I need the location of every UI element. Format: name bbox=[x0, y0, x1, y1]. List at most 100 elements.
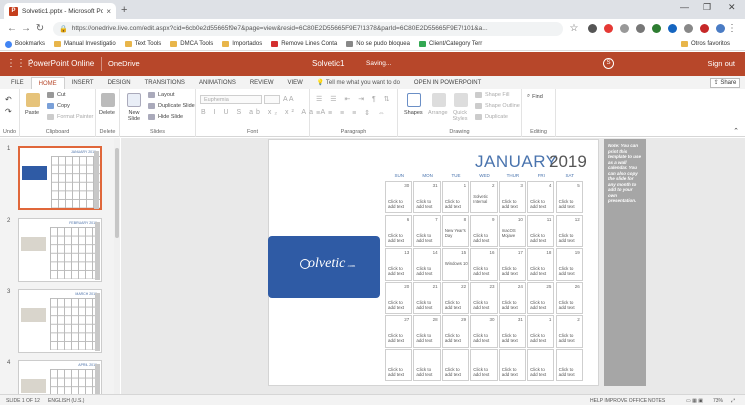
slide-thumbnail[interactable]: MARCH 2019 bbox=[18, 289, 102, 353]
calendar-day-cell[interactable]: 20 Click to add text bbox=[385, 281, 413, 315]
cell-placeholder-text[interactable]: Click to add text bbox=[530, 199, 553, 209]
onedrive-link[interactable]: OneDrive bbox=[108, 59, 140, 68]
shapes-icon[interactable] bbox=[407, 93, 421, 107]
paste-icon[interactable] bbox=[26, 93, 40, 107]
cell-placeholder-text[interactable]: Click to add text bbox=[388, 367, 411, 377]
minimize-icon[interactable]: — bbox=[680, 2, 689, 12]
slide-thumbnail[interactable]: FEBRUARY 2019 bbox=[18, 218, 102, 282]
calendar-day-cell[interactable]: Click to add text bbox=[385, 349, 413, 382]
quick-styles-button[interactable]: Quick Styles bbox=[450, 110, 470, 122]
help-improve-office-link[interactable]: HELP IMPROVE OFFICE bbox=[590, 398, 647, 404]
browser-tab[interactable]: P Solvetic1.pptx - Microsoft Powe… × bbox=[4, 3, 116, 19]
extension-icon[interactable] bbox=[604, 24, 613, 33]
new-slide-icon[interactable] bbox=[127, 93, 141, 107]
cell-placeholder-text[interactable]: Click to add text bbox=[530, 333, 553, 343]
cell-placeholder-text[interactable]: Click to add text bbox=[388, 333, 411, 343]
cell-placeholder-text[interactable]: Click to add text bbox=[416, 300, 439, 310]
scrollbar-thumb[interactable] bbox=[115, 148, 119, 238]
calendar-day-cell[interactable]: 22 Click to add text bbox=[441, 281, 470, 315]
fit-slide-icon[interactable]: ⤢ bbox=[731, 398, 735, 404]
calendar-day-cell[interactable]: 9 Click to add text bbox=[470, 214, 498, 247]
cell-placeholder-text[interactable]: Click to add text bbox=[559, 233, 582, 243]
bookmark-item[interactable]: Text Tools bbox=[124, 41, 161, 47]
cell-placeholder-text[interactable]: Click to add text bbox=[502, 300, 525, 310]
cell-placeholder-text[interactable]: Click to add text bbox=[473, 333, 496, 343]
tab-home[interactable]: HOME bbox=[30, 77, 65, 89]
calendar-day-cell[interactable]: 6 Click to add text bbox=[385, 214, 413, 247]
other-favorites[interactable]: Otros favoritos bbox=[680, 41, 730, 47]
reload-icon[interactable]: ↻ bbox=[33, 23, 47, 34]
bookmark-item[interactable]: Client/Category Terr bbox=[418, 41, 482, 47]
cell-placeholder-text[interactable]: Click to add text bbox=[559, 300, 582, 310]
bookmark-item[interactable]: No se pudo bloquea bbox=[346, 41, 410, 47]
forward-icon[interactable]: → bbox=[19, 23, 33, 34]
share-button[interactable]: ⇪ Share bbox=[710, 78, 740, 88]
format-painter-button[interactable]: Format Painter bbox=[47, 114, 93, 120]
bookmark-item[interactable]: Importados bbox=[222, 41, 262, 47]
calendar-day-cell[interactable]: 26 Click to add text bbox=[555, 281, 583, 315]
cell-placeholder-text[interactable]: Click to add text bbox=[388, 300, 411, 310]
cell-placeholder-text[interactable]: Click to add text bbox=[388, 266, 411, 276]
cell-placeholder-text[interactable]: Click to add text bbox=[559, 333, 582, 343]
slide-thumbnail[interactable]: JANUARY 2019 bbox=[18, 146, 102, 210]
calendar-day-cell[interactable]: 25 Click to add text bbox=[527, 281, 555, 315]
calendar-day-cell[interactable]: 18 Click to add text bbox=[527, 248, 555, 281]
paste-button[interactable]: Paste bbox=[25, 110, 39, 116]
back-icon[interactable]: ← bbox=[5, 23, 19, 34]
cell-placeholder-text[interactable]: Click to add text bbox=[416, 233, 439, 243]
thumbnails-scrollbar[interactable] bbox=[114, 138, 120, 394]
calendar-day-cell[interactable]: 2 Click to add text bbox=[555, 315, 583, 348]
calendar-month[interactable]: JANUARY bbox=[475, 152, 558, 172]
calendar-day-cell[interactable]: 23 Click to add text bbox=[470, 281, 498, 315]
hide-slide-button[interactable]: Hide Slide bbox=[148, 114, 183, 120]
calendar-day-cell[interactable]: 29 Click to add text bbox=[441, 315, 470, 348]
zoom-level[interactable]: 73% bbox=[713, 398, 723, 404]
calendar-day-cell[interactable]: 11 Click to add text bbox=[527, 214, 555, 247]
cell-placeholder-text[interactable]: Click to add text bbox=[502, 266, 525, 276]
calendar-day-cell[interactable]: 12 Click to add text bbox=[555, 214, 583, 247]
tab-file[interactable]: FILE bbox=[4, 77, 31, 89]
event-text[interactable]: New Year's Day bbox=[445, 228, 468, 238]
calendar-day-cell[interactable]: Click to add text bbox=[413, 349, 441, 382]
find-button[interactable]: ⌕ Find bbox=[527, 93, 543, 100]
calendar-day-cell[interactable]: 10 macOS Mojave bbox=[498, 214, 526, 247]
grow-font-icon[interactable]: A A bbox=[283, 96, 294, 103]
tab-view[interactable]: VIEW bbox=[281, 77, 310, 89]
calendar-year[interactable]: 2019 bbox=[549, 152, 587, 172]
calendar-day-cell[interactable]: 4 Click to add text bbox=[527, 181, 555, 214]
calendar-day-cell[interactable]: 1 Click to add text bbox=[441, 181, 470, 214]
cell-placeholder-text[interactable]: Click to add text bbox=[416, 333, 439, 343]
tab-animations[interactable]: ANIMATIONS bbox=[192, 77, 243, 89]
cell-placeholder-text[interactable]: Click to add text bbox=[445, 300, 468, 310]
tab-insert[interactable]: INSERT bbox=[65, 77, 101, 89]
url-input[interactable]: 🔒 https://onedrive.live.com/edit.aspx?ci… bbox=[53, 21, 563, 36]
duplicate-slide-button[interactable]: Duplicate Slide bbox=[148, 103, 195, 109]
cell-placeholder-text[interactable]: Click to add text bbox=[559, 266, 582, 276]
delete-icon[interactable] bbox=[101, 93, 115, 107]
calendar-day-cell[interactable]: 30 Click to add text bbox=[470, 315, 498, 348]
cell-placeholder-text[interactable]: Click to add text bbox=[388, 199, 411, 209]
close-tab-icon[interactable]: × bbox=[106, 7, 111, 16]
tab-design[interactable]: DESIGN bbox=[101, 77, 138, 89]
open-in-powerpoint-button[interactable]: OPEN IN POWERPOINT bbox=[407, 77, 488, 89]
arrange-icon[interactable] bbox=[432, 93, 446, 107]
cell-placeholder-text[interactable]: Click to add text bbox=[559, 199, 582, 209]
cell-placeholder-text[interactable]: Click to add text bbox=[502, 333, 525, 343]
cell-placeholder-text[interactable]: Click to add text bbox=[388, 233, 411, 243]
calendar-day-cell[interactable]: 21 Click to add text bbox=[413, 281, 441, 315]
calendar-day-cell[interactable]: 2 Solvetic Internal bbox=[470, 181, 498, 214]
cell-placeholder-text[interactable]: Click to add text bbox=[445, 333, 468, 343]
calendar-day-cell[interactable]: Click to add text bbox=[441, 349, 470, 382]
cell-placeholder-text[interactable]: Click to add text bbox=[473, 367, 496, 377]
cell-placeholder-text[interactable]: Click to add text bbox=[530, 233, 553, 243]
calendar-day-cell[interactable]: Click to add text bbox=[527, 349, 555, 382]
maximize-icon[interactable]: ❐ bbox=[703, 2, 711, 13]
duplicate-button[interactable]: Duplicate bbox=[475, 114, 508, 120]
calendar-day-cell[interactable]: 17 Click to add text bbox=[498, 248, 526, 281]
extension-icon[interactable] bbox=[636, 24, 645, 33]
arrange-button[interactable]: Arrange bbox=[428, 110, 448, 116]
extension-icon[interactable] bbox=[588, 24, 597, 33]
new-slide-button[interactable]: New Slide bbox=[126, 110, 142, 122]
calendar-day-cell[interactable]: 28 Click to add text bbox=[413, 315, 441, 348]
align-buttons[interactable]: ≡ ≡ ≡ ≡ ⇕ ⇔ bbox=[316, 109, 388, 117]
